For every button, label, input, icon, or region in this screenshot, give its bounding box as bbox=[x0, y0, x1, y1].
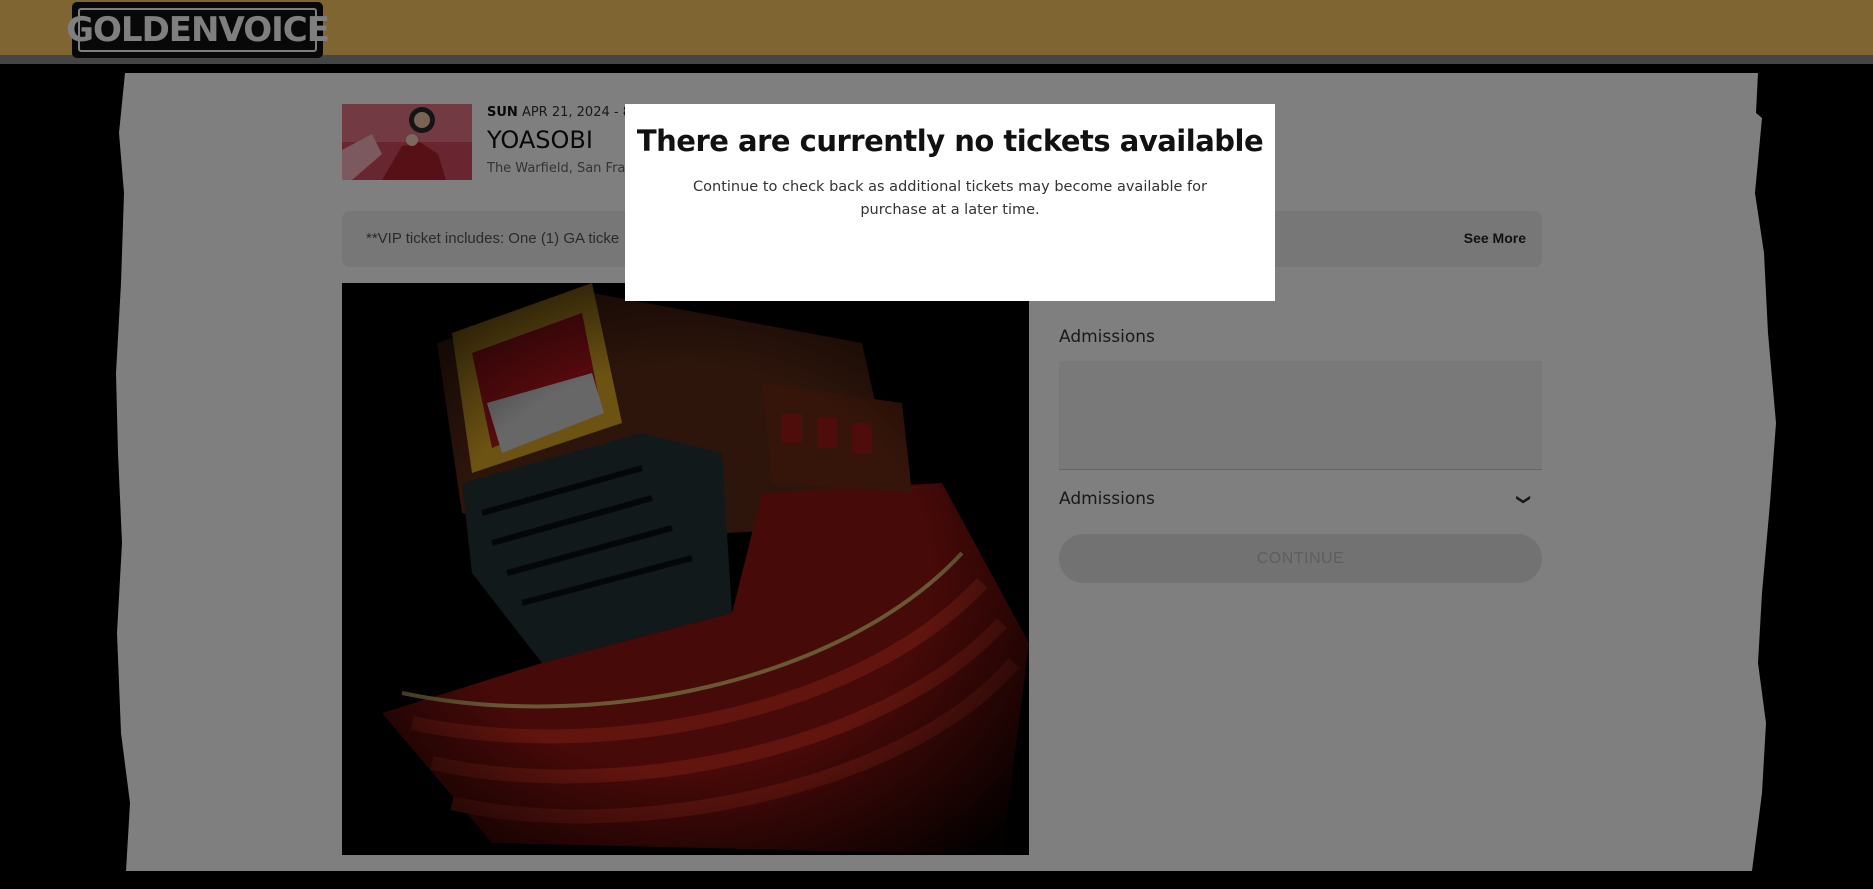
no-tickets-modal: There are currently no tickets available… bbox=[625, 104, 1275, 301]
modal-title: There are currently no tickets available bbox=[636, 124, 1264, 158]
modal-message: Continue to check back as additional tic… bbox=[693, 179, 1207, 218]
